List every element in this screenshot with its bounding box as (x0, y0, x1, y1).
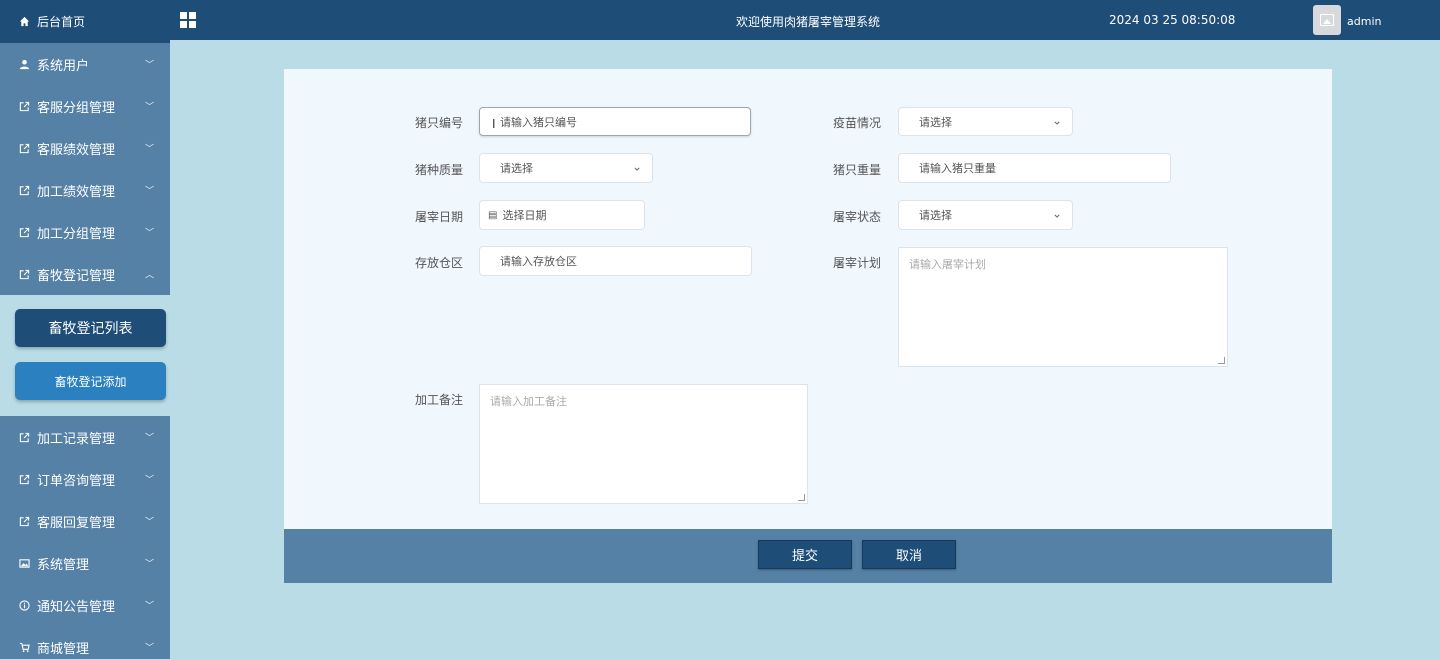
avatar[interactable] (1313, 5, 1341, 35)
image-icon (1320, 14, 1334, 26)
sidebar: 后台首页 系统用户 ﹀ 客服分组管理 ﹀ 客服绩效管理 ﹀ 加工绩效管理 ﹀ 加工分组管理 ﹀ 畜牧… (0, 0, 170, 659)
sidebar-item-2[interactable]: 客服绩效管理 ﹀ (0, 127, 170, 169)
sidebar-item-4[interactable]: 加工分组管理 ﹀ (0, 211, 170, 253)
slaughter-date-placeholder: 选择日期 (502, 209, 547, 222)
slaughter-status-label: 屠宰状态 (833, 210, 882, 224)
sidebar-item-label: 加工绩效管理 (37, 184, 116, 200)
menu-grid-icon[interactable] (180, 12, 196, 28)
pig-no-placeholder: 请输入猪只编号 (500, 115, 577, 129)
sidebar-item-label: 畜牧登记管理 (37, 268, 116, 284)
chevron-down-icon: ﹀ (144, 186, 154, 197)
sidebar-item-5[interactable]: 畜牧登记管理 ︿ (0, 253, 170, 295)
chevron-down-icon: ﹀ (144, 60, 154, 71)
chevron-down-icon: ﹀ (144, 433, 154, 444)
weight-label: 猪只重量 (833, 163, 882, 177)
external-link-icon (18, 515, 30, 527)
form-card: 猪只编号 Ι 请输入猪只编号 疫苗情况 请选择 猪种质量 请选择 猪只重量 请输… (284, 69, 1332, 529)
chevron-down-icon: ﹀ (144, 559, 154, 570)
submenu-livestock-list-label: 畜牧登记列表 (48, 321, 133, 337)
sidebar-item-label: 加工记录管理 (37, 431, 116, 447)
datetime: 2024 03 25 08:50:08 (1109, 13, 1236, 27)
plan-placeholder: 请输入屠宰计划 (909, 258, 986, 271)
sidebar-item-6[interactable]: 加工记录管理 ﹀ (0, 416, 170, 458)
cancel-button[interactable]: 取消 (862, 540, 956, 569)
sidebar-item-label: 订单咨询管理 (37, 473, 116, 489)
storage-placeholder: 请输入存放仓区 (500, 255, 577, 268)
slaughter-status-select[interactable]: 请选择 (898, 200, 1073, 230)
remark-label: 加工备注 (415, 393, 464, 407)
chevron-up-icon: ︿ (144, 270, 154, 281)
sidebar-home[interactable]: 后台首页 (0, 0, 170, 43)
quality-label: 猪种质量 (415, 163, 464, 177)
sidebar-item-label: 加工分组管理 (37, 226, 116, 242)
weight-placeholder: 请输入猪只重量 (919, 162, 996, 175)
external-link-icon (18, 142, 30, 154)
remark-placeholder: 请输入加工备注 (490, 395, 567, 408)
sidebar-item-11[interactable]: 商城管理 ﹀ (0, 626, 170, 659)
external-link-icon (18, 268, 30, 280)
quarantine-placeholder: 请选择 (919, 115, 952, 129)
submenu-livestock-list[interactable]: 畜牧登记列表 (15, 309, 166, 347)
chevron-down-icon: ﹀ (144, 643, 154, 654)
submenu-livestock-add-label: 畜牧登记添加 (54, 374, 127, 389)
slaughter-date-label: 屠宰日期 (415, 210, 464, 224)
sidebar-item-0[interactable]: 系统用户 ﹀ (0, 43, 170, 85)
chevron-down-icon: ﹀ (144, 517, 154, 528)
plan-textarea[interactable]: 请输入屠宰计划 (898, 247, 1228, 367)
pig-no-input[interactable]: Ι 请输入猪只编号 (479, 107, 751, 136)
quarantine-select[interactable]: 请选择 (898, 107, 1073, 136)
page-title: 欢迎使用肉猪屠宰管理系统 (736, 15, 881, 29)
submenu-livestock-add[interactable]: 畜牧登记添加 (15, 362, 166, 400)
sidebar-item-label: 商城管理 (37, 641, 90, 657)
home-icon (18, 16, 30, 28)
remark-textarea[interactable]: 请输入加工备注 (479, 384, 808, 504)
quarantine-label: 疫苗情况 (833, 116, 882, 130)
username[interactable]: admin (1347, 15, 1381, 28)
sidebar-item-label: 客服分组管理 (37, 100, 116, 116)
image-icon (18, 557, 30, 569)
slaughter-date-picker[interactable]: ▤ 选择日期 (479, 200, 645, 230)
external-link-icon (18, 226, 30, 238)
sidebar-home-label: 后台首页 (37, 15, 86, 29)
chevron-down-icon: ﹀ (144, 144, 154, 155)
storage-label: 存放仓区 (415, 256, 464, 270)
sidebar-item-8[interactable]: 客服回复管理 ﹀ (0, 500, 170, 542)
weight-input[interactable]: 请输入猪只重量 (898, 153, 1171, 183)
user-icon (18, 58, 30, 70)
sidebar-item-label: 系统用户 (37, 58, 90, 74)
sidebar-item-label: 客服绩效管理 (37, 142, 116, 158)
sidebar-item-label: 通知公告管理 (37, 599, 116, 615)
sidebar-submenu: 畜牧登记列表 畜牧登记添加 (0, 295, 170, 416)
chevron-down-icon: ﹀ (144, 228, 154, 239)
plan-label: 屠宰计划 (833, 256, 882, 270)
quality-placeholder: 请选择 (500, 162, 533, 175)
slaughter-status-placeholder: 请选择 (919, 209, 952, 222)
external-link-icon (18, 431, 30, 443)
external-link-icon (18, 100, 30, 112)
chevron-down-icon: ﹀ (144, 102, 154, 113)
sidebar-item-label: 客服回复管理 (37, 515, 116, 531)
external-link-icon (18, 473, 30, 485)
sidebar-item-9[interactable]: 系统管理 ﹀ (0, 542, 170, 584)
chevron-down-icon: ﹀ (144, 475, 154, 486)
submit-button[interactable]: 提交 (758, 540, 852, 569)
sidebar-item-7[interactable]: 订单咨询管理 ﹀ (0, 458, 170, 500)
external-link-icon (18, 184, 30, 196)
text-cursor-icon: Ι (492, 117, 496, 131)
cart-icon (18, 641, 30, 653)
sidebar-item-1[interactable]: 客服分组管理 ﹀ (0, 85, 170, 127)
form-footer: 提交 取消 (284, 529, 1332, 583)
top-bar: 欢迎使用肉猪屠宰管理系统 2024 03 25 08:50:08 admin (170, 0, 1440, 40)
sidebar-item-10[interactable]: 通知公告管理 ﹀ (0, 584, 170, 626)
quality-select[interactable]: 请选择 (479, 153, 653, 183)
chevron-down-icon: ﹀ (144, 601, 154, 612)
pig-no-label: 猪只编号 (415, 116, 464, 130)
sidebar-item-label: 系统管理 (37, 557, 90, 573)
storage-input[interactable]: 请输入存放仓区 (479, 246, 752, 276)
sidebar-item-3[interactable]: 加工绩效管理 ﹀ (0, 169, 170, 211)
info-icon (18, 599, 30, 611)
calendar-icon: ▤ (488, 209, 498, 221)
